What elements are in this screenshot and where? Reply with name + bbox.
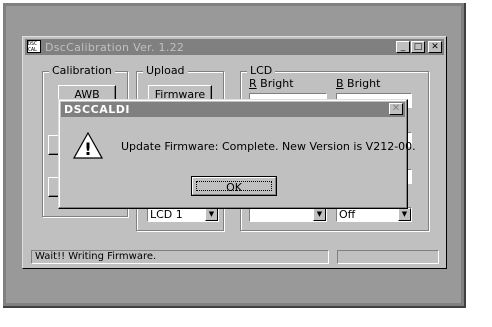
lcd-select[interactable]: LCD 1 ▼ (147, 207, 219, 222)
chevron-down-icon[interactable]: ▼ (398, 208, 411, 221)
r-bright-label: R Bright (249, 77, 294, 90)
lcd-select-right-value: Off (339, 208, 356, 221)
status-bar: Wait!! Writing Firmware. (31, 250, 329, 264)
calibration-group-label: Calibration (49, 64, 115, 77)
dialog-close-button[interactable]: ✕ (389, 103, 403, 115)
app-icon: DSC CAL (27, 40, 41, 53)
close-button[interactable]: ✕ (428, 41, 442, 53)
lcd-select-left[interactable]: ▼ (249, 207, 327, 222)
ok-button[interactable]: OK (191, 176, 277, 196)
chevron-down-icon[interactable]: ▼ (205, 208, 218, 221)
dialog-titlebar[interactable]: DSCCALDI ✕ (61, 102, 405, 117)
message-dialog: DSCCALDI ✕ ! Update Firmware: Complete. … (58, 99, 416, 209)
status-bar-secondary (337, 250, 439, 264)
warning-icon-glyph: ! (84, 140, 92, 159)
lcd-group-label: LCD (247, 64, 276, 77)
lcd-select-right[interactable]: Off ▼ (336, 207, 412, 222)
upload-group-label: Upload (143, 64, 188, 77)
minimize-button[interactable]: _ (396, 41, 410, 53)
dialog-title: DSCCALDI (64, 103, 130, 116)
ok-button-label: OK (196, 181, 272, 193)
b-bright-label: B Bright (336, 77, 380, 90)
window-title: DscCalibration Ver. 1.22 (45, 41, 185, 54)
maximize-button[interactable]: □ (411, 41, 425, 53)
b-bright-hotkey: B (336, 77, 344, 90)
dialog-message: Update Firmware: Complete. New Version i… (121, 140, 416, 153)
b-bright-label-text: Bright (343, 77, 381, 90)
main-titlebar[interactable]: DSC CAL DscCalibration Ver. 1.22 _ □ ✕ (25, 39, 444, 55)
chevron-down-icon[interactable]: ▼ (313, 208, 326, 221)
warning-icon: ! (73, 132, 103, 159)
ok-button-bevel: OK (192, 177, 276, 195)
r-bright-hotkey: R (249, 77, 257, 90)
r-bright-label-text: Bright (256, 77, 294, 90)
lcd-select-value: LCD 1 (150, 208, 183, 221)
